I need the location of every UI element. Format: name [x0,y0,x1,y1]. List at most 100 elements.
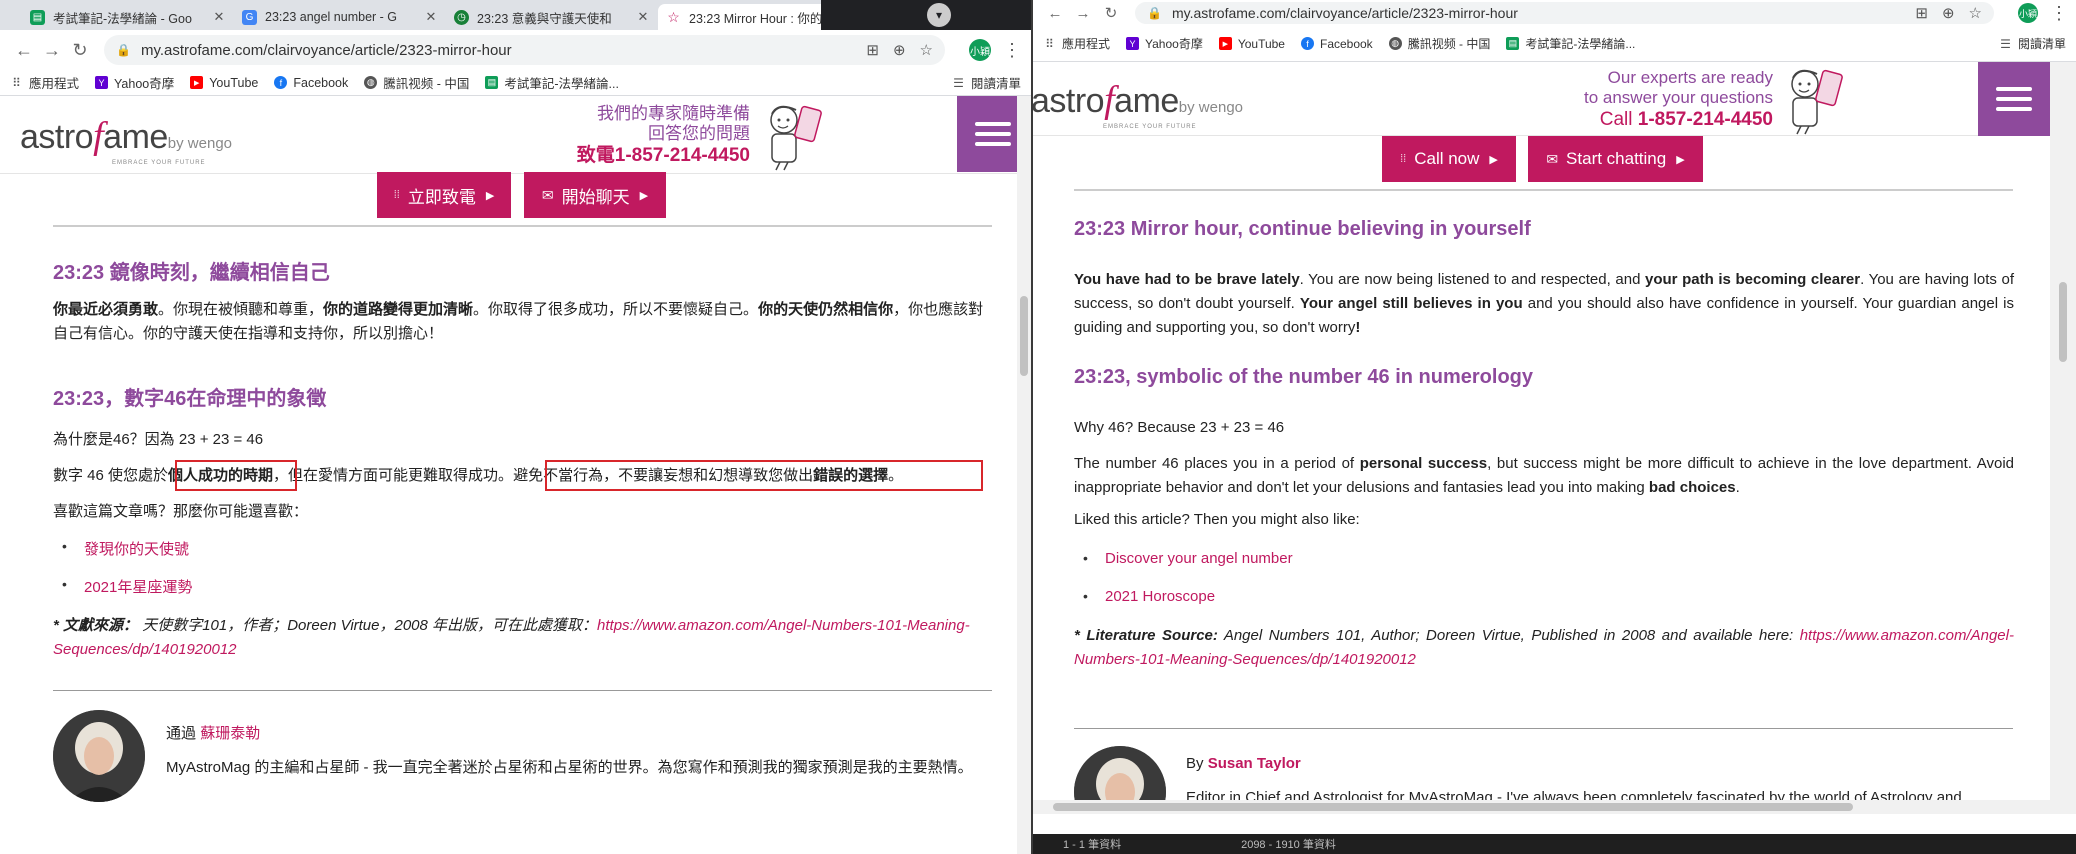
bookmark-star-icon[interactable]: ☆ [920,41,933,59]
bookmark-label: Yahoo奇摩 [1145,37,1203,51]
call-prefix: Call [1599,108,1633,130]
menu-icon[interactable]: ⋮ [1003,40,1021,61]
bookmark-apps[interactable]: ⠿ 應用程式 [1043,35,1110,52]
author-byline: By Susan Taylor [1186,752,1301,776]
star-icon: ☆ [667,8,680,25]
translate-icon[interactable]: ⊞ [1915,4,1928,22]
bookmark-tencent[interactable]: ◍ 騰訊视频 - 中国 [1388,35,1490,52]
call-prefix: 致電 [576,144,615,166]
astrofame-logo[interactable]: astrofameby wengo EMBRACE YOUR FUTURE [1033,78,1244,130]
bookmark-apps[interactable]: ⠿ 應用程式 [10,73,79,92]
close-icon[interactable]: ✕ [636,9,650,25]
hamburger-menu-button[interactable] [1978,62,2050,136]
horizontal-scrollbar[interactable] [1033,800,2050,814]
menu-bar [1996,107,2032,111]
menu-bar [1996,87,2032,91]
scrollbar-thumb[interactable] [1020,296,1028,376]
bookmark-star-icon[interactable]: ☆ [1969,4,1982,22]
logo-wengo: by wengo [1178,99,1244,116]
sheets-icon: ▤ [485,76,499,89]
google-icon: G [242,9,257,25]
divider [53,225,992,227]
link-horoscope[interactable]: 2021年星座運勢 [62,576,192,597]
bookmark-tencent[interactable]: ◍ 騰訊视频 - 中国 [364,73,469,92]
tab-exam-notes[interactable]: ▤ 考試筆記-法學緒論 - Goo ✕ [22,4,234,30]
source-text: Angel Numbers 101, Author; Doreen Virtue… [1223,627,1794,644]
back-icon[interactable]: ← [1041,5,1069,22]
start-chat-button[interactable]: ✉ 開始聊天 ▶ [524,172,666,218]
cta-label: Start chatting [1566,149,1667,168]
forward-icon[interactable]: → [1069,5,1097,22]
source-label: * Literature Source: [1074,627,1218,644]
bookmark-youtube[interactable]: ▶ YouTube [190,76,258,90]
literature-source: * Literature Source: Angel Numbers 101, … [1074,624,2014,672]
reading-list[interactable]: ☰ 閱讀清單 [952,73,1021,92]
profile-avatar[interactable]: 小穎 [969,39,991,61]
back-icon[interactable]: ← [10,40,38,61]
logo-tagline: EMBRACE YOUR FUTURE [1103,124,1197,130]
bold-text: 你的天使仍然相信你 [758,301,894,318]
text: The number 46 places you in a period of [1074,455,1360,472]
call-now-button[interactable]: ⁞⁞ Call now ▶ [1382,136,1516,182]
header-line1: Our experts are ready [1607,68,1773,87]
close-icon[interactable]: ✕ [424,9,438,25]
phone-number[interactable]: 1-857-214-4450 [615,145,750,166]
yahoo-icon: Y [95,76,109,89]
link-angel-number[interactable]: Discover your angel number [1083,550,1293,567]
bookmark-facebook[interactable]: f Facebook [1300,37,1373,51]
bold-text: bad choices [1648,479,1736,496]
close-icon[interactable]: ✕ [212,9,226,25]
reading-list[interactable]: ☰ 閱讀清單 [1999,35,2066,52]
reload-icon[interactable]: ↻ [1097,4,1125,22]
byline-prefix: 通過 [166,725,197,742]
address-bar[interactable]: 🔒 my.astrofame.com/clairvoyance/article/2… [104,35,945,65]
tab-meaning-article[interactable]: ◷ 23:23 意義與守護天使和 ✕ [446,4,658,30]
link-horoscope[interactable]: 2021 Horoscope [1083,588,1215,605]
bookmark-yahoo[interactable]: Y Yahoo奇摩 [95,73,174,92]
text: ，但在愛情方面可能更難取得成功。 [273,467,514,484]
profile-avatar[interactable]: 小穎 [2018,3,2038,23]
author-avatar [53,710,145,802]
bookmark-facebook[interactable]: f Facebook [274,76,348,90]
bookmark-exam-notes[interactable]: ▤ 考試筆記-法學緒論... [485,73,619,92]
author-bio: MyAstroMag 的主編和占星師 - 我一直完全著迷於占星術和占星術的世界。… [166,759,973,776]
tab-google-search[interactable]: G 23:23 angel number - G ✕ [234,4,446,30]
bookmark-yahoo[interactable]: Y Yahoo奇摩 [1126,35,1203,52]
window-titlebar-dark: ▾ [821,0,1031,30]
byline-prefix: By [1186,755,1204,772]
bookmark-exam-notes[interactable]: ▤ 考試筆記-法學緒論... [1506,35,1635,52]
bookmark-label: YouTube [209,75,259,90]
literature-source: * 文獻來源： 天使數字101，作者；Doreen Virtue，2008 年出… [53,614,998,662]
zoom-icon[interactable]: ⊕ [893,41,906,59]
reload-icon[interactable]: ↻ [66,40,94,61]
scrollbar-thumb[interactable] [2059,282,2067,362]
facebook-icon: f [274,76,288,89]
phone-number[interactable]: 1-857-214-4450 [1638,109,1773,130]
start-chat-button[interactable]: ✉ Start chatting ▶ [1528,136,1703,182]
header-contact: Our experts are ready to answer your que… [1503,68,1773,132]
lock-icon: 🔒 [1147,6,1162,20]
bookmark-youtube[interactable]: ▶ YouTube [1218,37,1285,51]
article-page: astrofameby wengo EMBRACE YOUR FUTURE 我們的… [0,96,1029,854]
tab-search-icon[interactable]: ▾ [927,3,951,27]
text: 。你取得了很多成功，所以不要懷疑自己。 [473,301,759,318]
author-name-link[interactable]: 蘇珊泰勒 [200,725,260,742]
vertical-scrollbar[interactable] [1017,96,1031,854]
astrofame-logo[interactable]: astrofameby wengo EMBRACE YOUR FUTURE [20,114,232,166]
link-angel-number[interactable]: 發現你的天使號 [62,538,189,559]
url-text: my.astrofame.com/clairvoyance/article/23… [1171,5,1518,21]
bookmark-label: 考試筆記-法學緒論... [1525,37,1636,51]
forward-icon[interactable]: → [38,40,66,61]
translate-icon[interactable]: ⊞ [866,41,879,59]
article-page: astrofameby wengo EMBRACE YOUR FUTURE Our… [1033,62,2050,814]
vertical-scrollbar[interactable] [2050,62,2076,814]
zoom-icon[interactable]: ⊕ [1942,4,1955,22]
horizontal-scrollbar-thumb[interactable] [1053,803,1853,811]
mail-icon: ✉ [1546,150,1559,167]
address-bar[interactable]: 🔒 my.astrofame.com/clairvoyance/article/2… [1135,2,1994,24]
call-now-button[interactable]: ⁞⁞ 立即致電 ▶ [377,172,511,218]
menu-icon[interactable]: ⋮ [2050,3,2068,24]
author-name-link[interactable]: Susan Taylor [1208,755,1301,772]
tab-title: 考試筆記-法學緒論 - Goo [53,11,192,26]
logo-text: astro [1033,82,1105,120]
